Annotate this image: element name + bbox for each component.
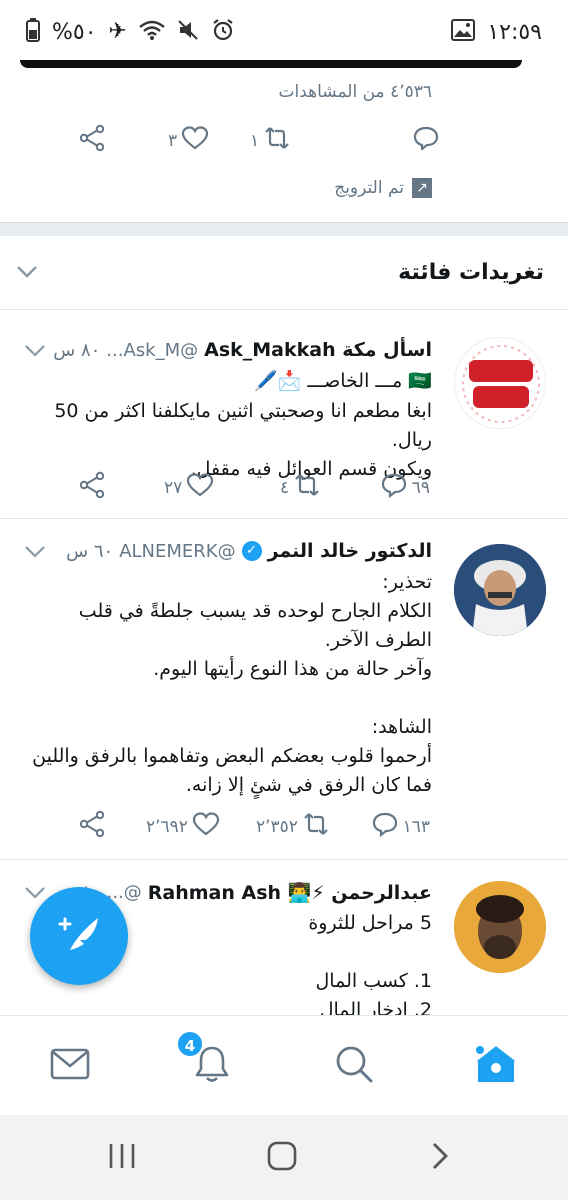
retweet-count: ٤ (280, 477, 290, 498)
notifications-badge: 4 (176, 1030, 204, 1058)
chevron-down-icon[interactable] (16, 260, 38, 285)
chevron-down-icon[interactable] (24, 540, 46, 564)
promoted-label: ↗ تم الترويج (334, 178, 432, 198)
clock: ١٢:٥٩ (487, 19, 542, 45)
bottom-navigation: 4 (0, 1015, 568, 1115)
reply-button[interactable] (412, 124, 440, 157)
author-handle: @Ask_M... (106, 339, 199, 361)
tweet-time: ٦٠ س (66, 540, 114, 562)
author-handle: @ALNEMERK (119, 540, 236, 562)
reply-count: ١٦٣ (402, 816, 430, 837)
tweet-header: اسأل مكة Ask_Makkah @Ask_M... ٨٠ س (53, 339, 432, 361)
mail-icon (50, 1048, 90, 1084)
heart-icon (192, 810, 220, 843)
like-count: ٢٧ (164, 477, 183, 498)
author-name[interactable]: اسأل مكة Ask_Makkah (204, 339, 432, 361)
battery-icon (26, 17, 40, 47)
system-navigation-bar (0, 1115, 568, 1200)
section-divider (0, 222, 568, 236)
chevron-right-icon (430, 1141, 450, 1175)
like-button[interactable]: ٣ (168, 124, 209, 157)
search-tab[interactable] (332, 1044, 376, 1088)
notifications-tab[interactable]: 4 (176, 1030, 234, 1088)
retweet-button[interactable]: ٢٬٣٥٢ (256, 810, 330, 843)
view-count: ٤٬٥٣٦ من المشاهدات (278, 82, 432, 102)
previous-tweet-footer: ٤٬٥٣٦ من المشاهدات ١ ٣ ↗ تم الترويج (0, 60, 568, 222)
share-button[interactable] (78, 810, 106, 843)
status-bar: %٥٠ ✈ ١٢:٥٩ (0, 0, 568, 64)
home-square-icon (266, 1140, 298, 1176)
speech-bubble-icon (380, 471, 408, 504)
image-icon (451, 18, 476, 46)
share-button[interactable] (78, 471, 106, 504)
retweet-count: ٢٬٣٥٢ (256, 816, 298, 837)
search-icon (334, 1044, 374, 1088)
back-button[interactable] (420, 1141, 460, 1175)
author-name[interactable]: عبدالرحمن ⚡👨‍💻 Rahman Ash (148, 881, 432, 904)
share-icon (78, 810, 106, 843)
speech-bubble-icon (371, 810, 399, 843)
airplane-icon: ✈ (108, 19, 127, 44)
avatar[interactable] (454, 881, 546, 973)
retweet-button[interactable]: ٤ (280, 471, 321, 504)
chevron-down-icon[interactable] (24, 339, 46, 363)
share-button[interactable] (78, 124, 106, 157)
home-icon (474, 1042, 518, 1090)
home-tab[interactable] (474, 1044, 518, 1088)
promoted-text: تم الترويج (334, 178, 404, 198)
retweet-button[interactable]: ١ (250, 124, 291, 157)
tweet-header: عبدالرحمن ⚡👨‍💻 Rahman Ash @... ٨٠ (81, 881, 432, 904)
battery-percent: %٥٠ (52, 19, 97, 45)
reply-button[interactable]: ١٦٣ (371, 810, 430, 843)
tweet-header: الدكتور خالد النمر ✓ @ALNEMERK ٦٠ س (66, 540, 432, 562)
like-count: ٢٬٦٩٢ (146, 816, 188, 837)
like-button[interactable]: ٢٧ (164, 471, 214, 504)
feather-plus-icon (56, 914, 102, 958)
media-preview-edge[interactable] (20, 60, 522, 68)
reply-button[interactable]: ٦٩ (380, 471, 430, 504)
wifi-icon (139, 20, 165, 45)
speech-bubble-icon (412, 124, 440, 157)
recent-apps-icon (107, 1142, 137, 1174)
author-bio-line: 🇸🇦 مـــ الخاصـــ 📩🖊️ (254, 370, 432, 392)
retweet-icon (302, 810, 330, 843)
verified-badge-icon: ✓ (241, 541, 262, 561)
tweet-time: ٨٠ س (53, 339, 101, 361)
heart-icon (186, 471, 214, 504)
like-count: ٣ (168, 130, 178, 151)
tweet-item[interactable]: الدكتور خالد النمر ✓ @ALNEMERK ٦٠ س تحذي… (0, 520, 568, 860)
reply-count: ٦٩ (411, 477, 430, 498)
tweet-item[interactable]: اسأل مكة Ask_Makkah @Ask_M... ٨٠ س 🇸🇦 مـ… (0, 311, 568, 519)
like-button[interactable]: ٢٬٦٩٢ (146, 810, 220, 843)
author-name[interactable]: الدكتور خالد النمر (268, 540, 432, 562)
section-title: تغريدات فائتة (398, 260, 544, 285)
missed-tweets-header[interactable]: تغريدات فائتة (0, 236, 568, 310)
recent-apps-button[interactable] (102, 1141, 142, 1175)
avatar[interactable] (454, 544, 546, 636)
retweet-icon (263, 124, 291, 157)
share-icon (78, 471, 106, 504)
avatar[interactable] (454, 337, 546, 429)
alarm-icon (211, 18, 235, 47)
retweet-icon (293, 471, 321, 504)
share-icon (78, 124, 106, 157)
heart-icon (181, 124, 209, 157)
mute-icon (177, 19, 199, 46)
compose-tweet-button[interactable] (30, 887, 128, 985)
home-system-button[interactable] (262, 1141, 302, 1175)
promoted-arrow-icon: ↗ (412, 178, 432, 198)
tweet-text: تحذير: الكلام الجارح لوحده قد يسبب جلطةً… (32, 571, 432, 796)
messages-tab[interactable] (48, 1044, 92, 1088)
retweet-count: ١ (250, 130, 260, 151)
